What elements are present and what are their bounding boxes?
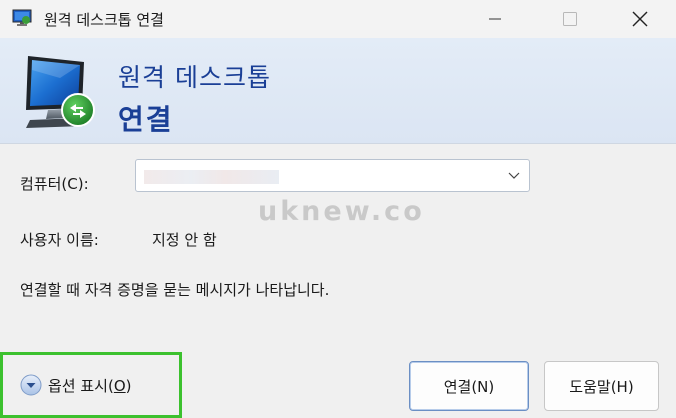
minimize-icon (489, 18, 501, 20)
maximize-icon (563, 12, 577, 26)
minimize-button[interactable] (470, 0, 520, 38)
computer-label: 컴퓨터(C): (20, 175, 89, 193)
close-button[interactable] (615, 0, 665, 38)
help-button[interactable]: 도움말(H) (544, 361, 659, 411)
title-bar: 원격 데스크톱 연결 (0, 0, 676, 38)
close-icon (632, 11, 648, 27)
header-banner: 원격 데스크톱 연결 (0, 38, 676, 143)
username-value: 지정 안 함 (152, 231, 217, 249)
username-label: 사용자 이름: (20, 231, 99, 249)
banner-title-line1: 원격 데스크톱 (118, 63, 271, 92)
chevron-down-icon[interactable] (507, 169, 521, 183)
computer-value-redacted (144, 170, 279, 184)
show-options-label: 옵션 표시(O) (48, 376, 132, 395)
computer-combobox[interactable] (135, 159, 530, 192)
expand-options-icon (20, 374, 42, 396)
monitor-icon (26, 56, 95, 128)
maximize-button[interactable] (545, 0, 595, 38)
window-title: 원격 데스크톱 연결 (44, 11, 164, 29)
remote-desktop-icon (12, 9, 32, 26)
connect-button[interactable]: 연결(N) (409, 361, 529, 411)
credentials-info-text: 연결할 때 자격 증명을 묻는 메시지가 나타납니다. (20, 281, 330, 299)
watermark-text: uknew.co (258, 196, 425, 227)
banner-divider (0, 143, 676, 144)
banner-title-line2: 연결 (118, 103, 174, 136)
show-options-toggle[interactable]: 옵션 표시(O) (20, 370, 132, 400)
